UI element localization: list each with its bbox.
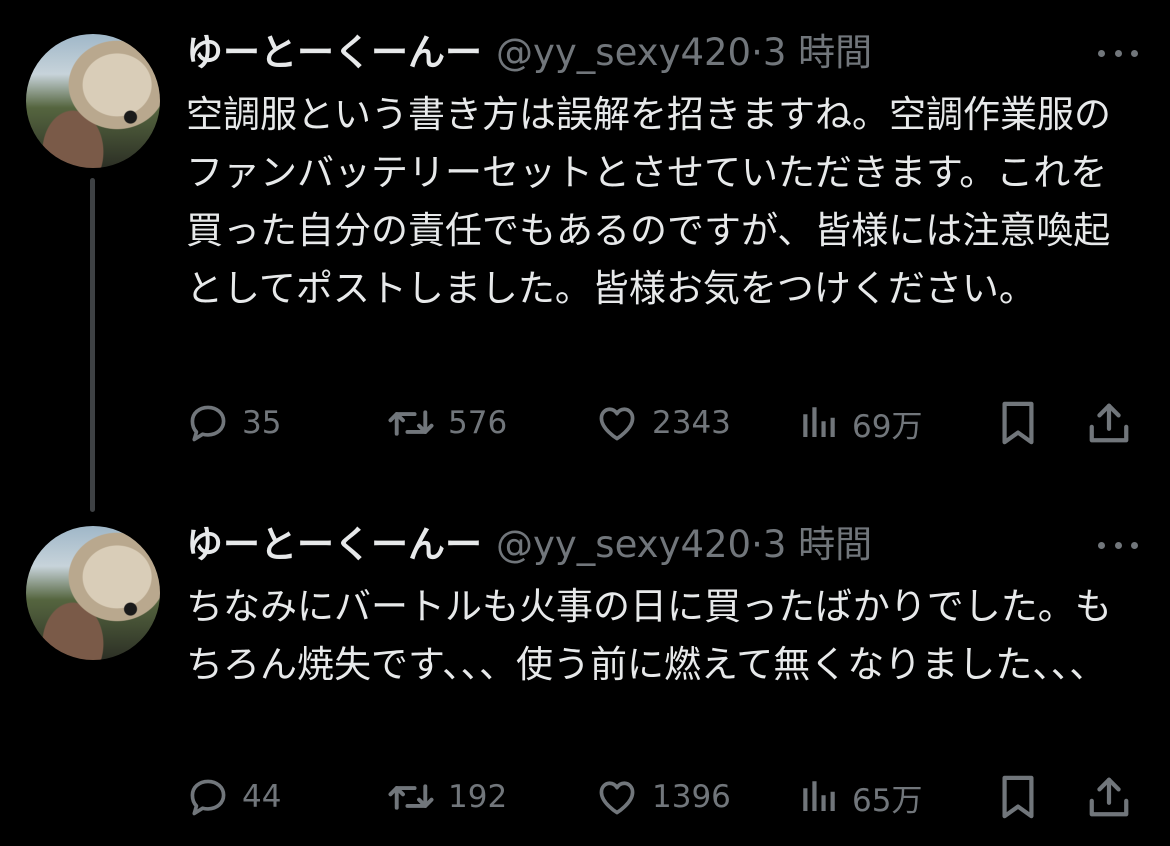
share-button[interactable]: [1086, 398, 1132, 448]
speech-bubble-icon: [190, 405, 226, 442]
reply-button[interactable]: 35: [186, 398, 281, 448]
more-options-icon[interactable]: [1098, 47, 1138, 59]
separator-dot: ·: [751, 523, 763, 566]
thread-connector-line: [90, 178, 95, 512]
timestamp[interactable]: 3 時間: [763, 31, 872, 74]
like-button[interactable]: 1396: [594, 772, 731, 822]
share-button[interactable]: [1086, 772, 1132, 822]
retweet-count: 192: [448, 779, 508, 815]
share-upload-icon: [1089, 403, 1129, 443]
views-button[interactable]: 65万: [798, 772, 922, 822]
bar-chart-icon: [803, 407, 835, 437]
retweet-button[interactable]: 192: [386, 772, 507, 822]
reply-count: 35: [242, 405, 282, 441]
like-button[interactable]: 2343: [594, 398, 731, 448]
display-name[interactable]: ゆーとーくーんー: [186, 31, 482, 74]
speech-bubble-icon: [190, 779, 226, 816]
bookmark-icon: [1002, 401, 1034, 445]
user-handle[interactable]: @yy_sexy420: [496, 31, 751, 74]
bookmark-icon: [1002, 775, 1034, 819]
tweet-text: 空調服という書き方は誤解を招きますね。空調作業服のファンバッテリーセットとさせて…: [186, 93, 1111, 310]
reply-button[interactable]: 44: [186, 772, 281, 822]
retweet-count: 576: [448, 405, 508, 441]
bookmark-button[interactable]: [998, 772, 1038, 822]
heart-icon: [599, 407, 635, 441]
bar-chart-icon: [803, 781, 835, 811]
share-upload-icon: [1089, 777, 1129, 817]
reply-count: 44: [242, 779, 282, 815]
retweet-arrows-icon: [388, 410, 434, 436]
user-handle[interactable]: @yy_sexy420: [496, 523, 751, 566]
retweet-arrows-icon: [388, 784, 434, 810]
more-options-icon[interactable]: [1098, 539, 1138, 551]
view-count: 65万: [852, 782, 923, 819]
separator-dot: ·: [751, 31, 763, 74]
tweet[interactable]: ゆーとーくーんー @yy_sexy420·3 時間 空調服という書き方は誤解を招き…: [0, 0, 1170, 512]
action-bar: 44 192 1396 65万: [186, 772, 1138, 822]
avatar[interactable]: [26, 34, 160, 168]
tweet[interactable]: ゆーとーくーんー @yy_sexy420·3 時間 ちなみにバートルも火事の日に買…: [0, 500, 1170, 846]
tweet-text: ちなみにバートルも火事の日に買ったばかりでした。もちろん焼失です、、、使う前に燃…: [186, 585, 1112, 686]
views-button[interactable]: 69万: [798, 398, 922, 448]
timestamp[interactable]: 3 時間: [763, 523, 872, 566]
avatar[interactable]: [26, 526, 160, 660]
action-bar: 35 576 2343 69万: [186, 398, 1138, 448]
heart-icon: [599, 781, 635, 815]
view-count: 69万: [852, 408, 923, 445]
display-name[interactable]: ゆーとーくーんー: [186, 523, 482, 566]
retweet-button[interactable]: 576: [386, 398, 507, 448]
tweet-header: ゆーとーくーんー @yy_sexy420·3 時間: [186, 523, 872, 567]
like-count: 1396: [652, 779, 731, 815]
bookmark-button[interactable]: [998, 398, 1038, 448]
like-count: 2343: [652, 405, 731, 441]
tweet-header: ゆーとーくーんー @yy_sexy420·3 時間: [186, 31, 872, 75]
